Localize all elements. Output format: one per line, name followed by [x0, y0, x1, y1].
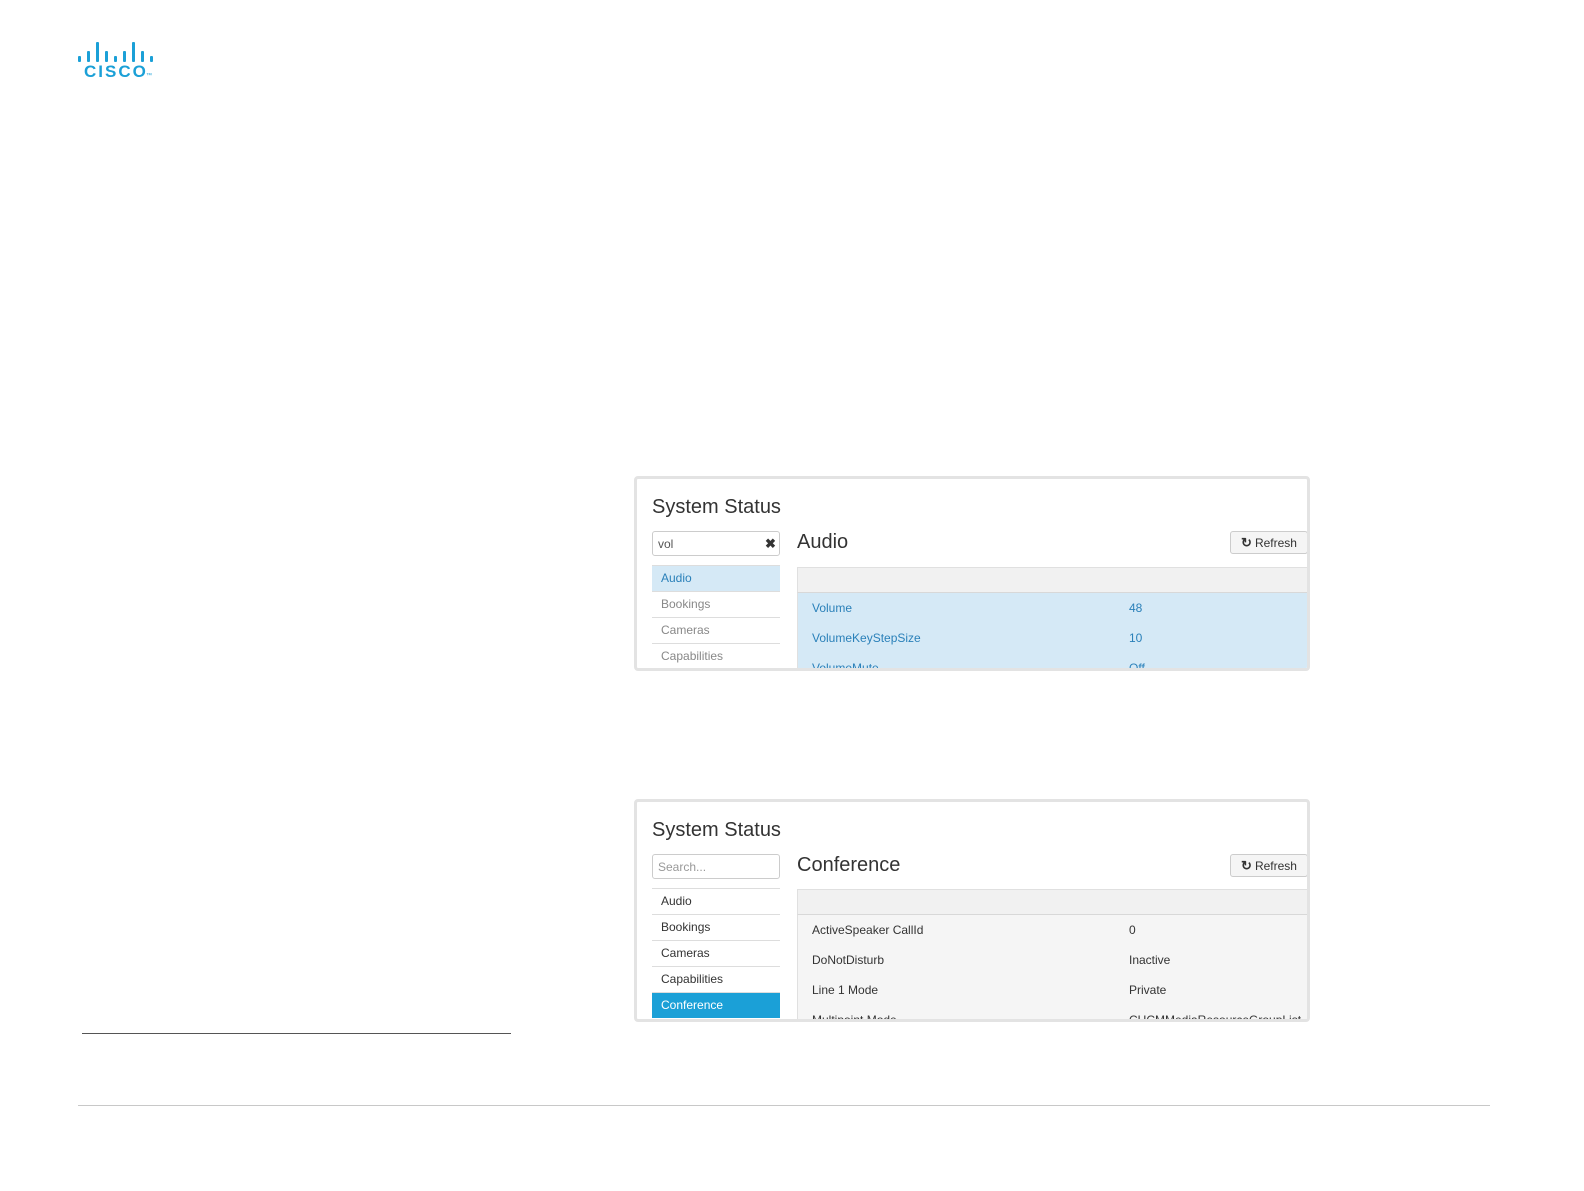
row-value: 48 — [1129, 601, 1143, 615]
row-value: CUCMMediaResourceGroupList — [1129, 1013, 1302, 1022]
refresh-button[interactable]: ↻ Refresh — [1230, 854, 1307, 877]
footer-divider — [78, 1105, 1490, 1106]
sidebar-item-bookings[interactable]: Bookings — [652, 591, 780, 617]
row-value: Inactive — [1129, 953, 1171, 967]
clear-search-icon[interactable]: ✖ — [765, 536, 776, 552]
cisco-logo: CISCO ™ — [78, 40, 153, 82]
sidebar-item-cameras[interactable]: Cameras — [652, 617, 780, 643]
row-key: DoNotDisturb — [812, 953, 885, 967]
section-title: Audio — [797, 531, 849, 553]
table-body: Volume 48 VolumeKeyStepSize 10 VolumeMut… — [797, 593, 1307, 671]
sidebar-item-bookings[interactable]: Bookings — [652, 914, 780, 940]
row-key: ActiveSpeaker CallId — [812, 923, 924, 937]
sidebar-nav: Audio Bookings Cameras Capabilities Conf… — [652, 888, 780, 1018]
sidebar-item-audio[interactable]: Audio — [652, 565, 780, 591]
sidebar-item-capabilities[interactable]: Capabilities — [652, 966, 780, 992]
refresh-button[interactable]: ↻ Refresh — [1230, 531, 1307, 554]
footnote-divider — [82, 1033, 511, 1034]
table-header — [797, 567, 1307, 593]
system-status-audio-panel: System Status ✖ Audio Bookings Cameras C… — [634, 476, 1310, 671]
sidebar-nav: Audio Bookings Cameras Capabilities — [652, 565, 780, 668]
table-header — [797, 889, 1307, 915]
refresh-icon: ↻ — [1241, 857, 1252, 873]
row-value: 0 — [1129, 923, 1136, 937]
refresh-icon: ↻ — [1241, 534, 1252, 550]
row-key: VolumeMute — [812, 661, 879, 671]
row-key: VolumeKeyStepSize — [812, 631, 921, 645]
sidebar-item-conference[interactable]: Conference — [652, 992, 780, 1018]
table-row: VolumeKeyStepSize 10 — [798, 623, 1307, 653]
search-input[interactable] — [652, 854, 780, 879]
refresh-label: Refresh — [1254, 535, 1297, 550]
status-table: Volume 48 VolumeKeyStepSize 10 VolumeMut… — [797, 567, 1307, 671]
page-title: System Status — [652, 819, 781, 841]
status-table: ActiveSpeaker CallId 0 DoNotDisturb Inac… — [797, 889, 1307, 1022]
refresh-label: Refresh — [1254, 858, 1297, 873]
row-value: Off — [1129, 661, 1145, 671]
page-title: System Status — [652, 496, 781, 518]
table-row: DoNotDisturb Inactive — [798, 945, 1307, 975]
table-row: VolumeMute Off — [798, 653, 1307, 671]
row-key: Volume — [812, 601, 853, 615]
search-input[interactable] — [652, 531, 780, 556]
row-value: 10 — [1129, 631, 1143, 645]
section-title: Conference — [797, 854, 901, 876]
cisco-logo-text: CISCO — [84, 62, 148, 81]
row-key: Line 1 Mode — [812, 983, 879, 997]
table-row: ActiveSpeaker CallId 0 — [798, 915, 1307, 945]
row-value: Private — [1129, 983, 1167, 997]
sidebar-item-capabilities[interactable]: Capabilities — [652, 643, 780, 668]
sidebar-item-cameras[interactable]: Cameras — [652, 940, 780, 966]
cisco-logo-bars-icon — [78, 40, 153, 62]
system-status-conference-panel: System Status Audio Bookings Cameras Cap… — [634, 799, 1310, 1022]
table-row: Volume 48 — [798, 593, 1307, 623]
table-body: ActiveSpeaker CallId 0 DoNotDisturb Inac… — [797, 915, 1307, 1022]
sidebar-item-audio[interactable]: Audio — [652, 888, 780, 914]
table-row: Multipoint Mode CUCMMediaResourceGroupLi… — [798, 1005, 1307, 1022]
trademark-mark: ™ — [146, 73, 152, 79]
table-row: Line 1 Mode Private — [798, 975, 1307, 1005]
row-key: Multipoint Mode — [812, 1013, 897, 1022]
